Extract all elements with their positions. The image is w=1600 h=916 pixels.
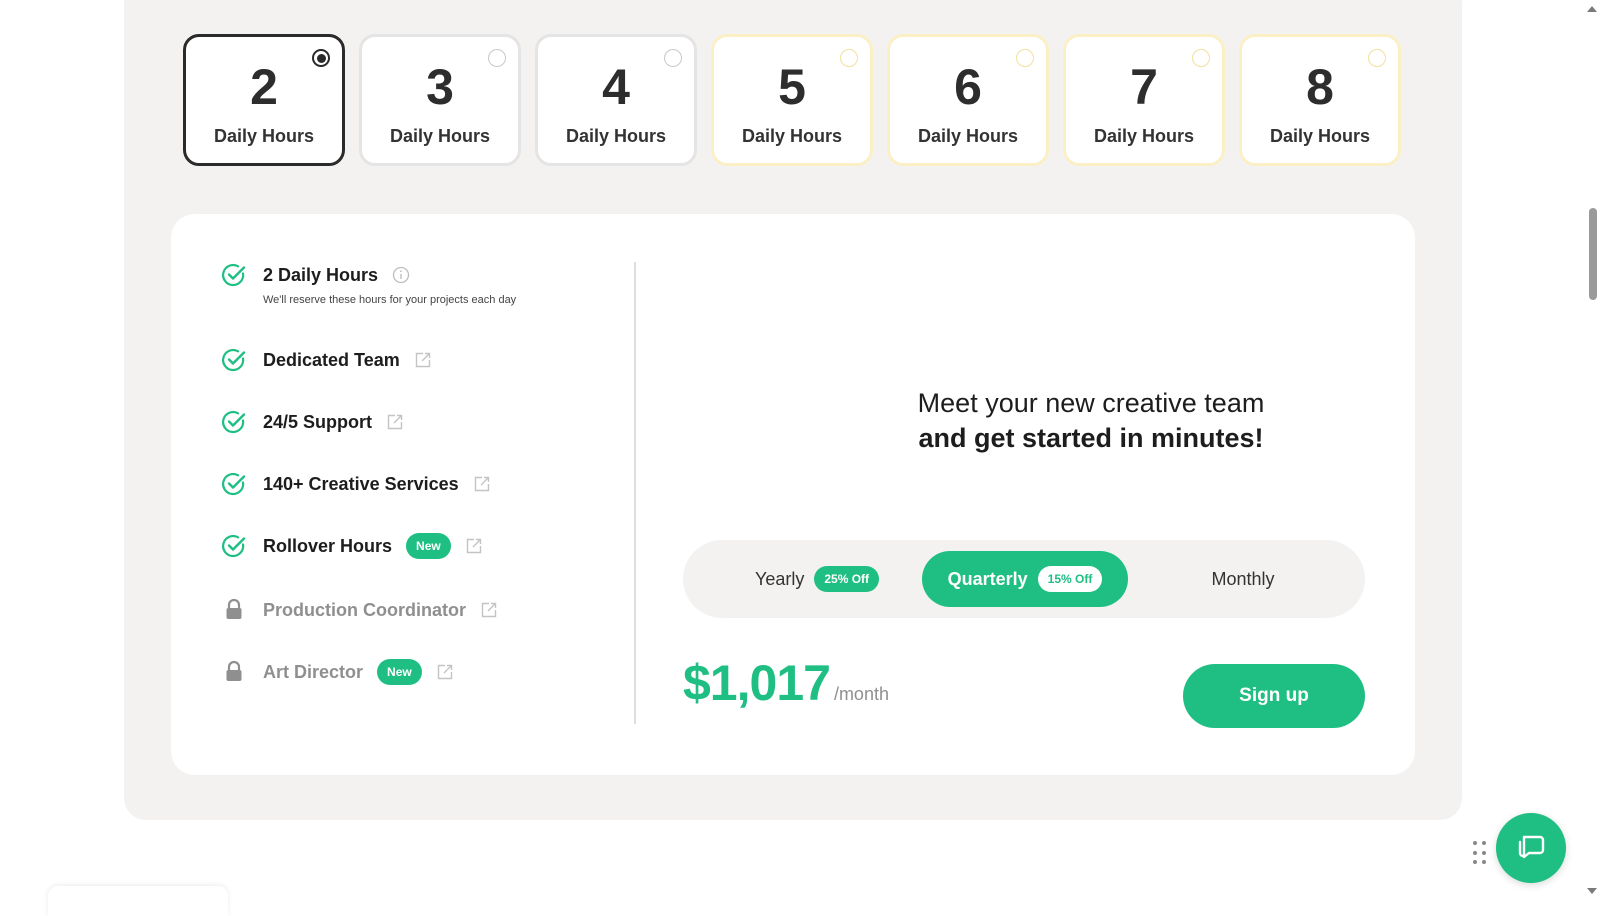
hour-number: 4: [602, 58, 630, 115]
external-link-icon[interactable]: [414, 351, 432, 369]
feature-sublabel: We'll reserve these hours for your proje…: [263, 294, 517, 306]
billing-option-yearly[interactable]: Yearly 25% Off: [717, 551, 917, 607]
sign-up-button[interactable]: Sign up: [1183, 664, 1365, 728]
hour-number: 2: [250, 58, 278, 115]
drag-handle-icon[interactable]: [1473, 841, 1487, 867]
billing-period-toggle: Yearly 25% Off Quarterly 15% Off Monthly: [683, 540, 1365, 618]
lock-icon: [221, 597, 247, 623]
radio-unchecked-icon: [488, 49, 506, 67]
new-badge: New: [406, 533, 451, 559]
feature-item: Production Coordinator: [221, 597, 498, 623]
billing-option-label: Monthly: [1211, 568, 1275, 589]
headline-line-1: Meet your new creative team: [917, 388, 1265, 418]
feature-label: Dedicated Team: [263, 349, 400, 370]
hour-option-7[interactable]: 7 Daily Hours: [1063, 34, 1225, 166]
info-icon[interactable]: [392, 266, 410, 284]
feature-label: 24/5 Support: [263, 411, 373, 432]
feature-item: 24/5 Support: [221, 409, 404, 435]
vertical-divider: [634, 262, 636, 724]
bottom-widget-tab[interactable]: [48, 886, 228, 916]
discount-badge: 25% Off: [814, 566, 880, 592]
new-badge: New: [377, 659, 422, 685]
daily-hours-selector: 2 Daily Hours 3 Daily Hours 4 Daily Hour…: [183, 34, 1401, 166]
check-circle-icon: [221, 533, 247, 559]
hour-number: 6: [954, 58, 982, 115]
feature-label: Production Coordinator: [263, 599, 466, 620]
hour-option-8[interactable]: 8 Daily Hours: [1239, 34, 1401, 166]
hour-label: Daily Hours: [565, 125, 667, 146]
radio-checked-icon: [312, 49, 330, 67]
billing-option-monthly[interactable]: Monthly: [1153, 551, 1333, 607]
lock-icon: [221, 659, 247, 685]
radio-unchecked-icon: [1192, 49, 1210, 67]
discount-badge: 15% Off: [1037, 566, 1103, 592]
feature-item: Rollover Hours New: [221, 533, 483, 559]
billing-option-label: Quarterly: [947, 568, 1028, 589]
hour-option-4[interactable]: 4 Daily Hours: [535, 34, 697, 166]
scrollbar[interactable]: [1584, 0, 1600, 900]
hour-option-3[interactable]: 3 Daily Hours: [359, 34, 521, 166]
radio-unchecked-icon: [1368, 49, 1386, 67]
feature-label: 140+ Creative Services: [263, 473, 459, 494]
billing-option-label: Yearly: [754, 568, 805, 589]
external-link-icon[interactable]: [436, 663, 454, 681]
feature-label: 2 Daily Hours: [263, 264, 379, 285]
check-circle-icon: [221, 471, 247, 497]
external-link-icon[interactable]: [480, 601, 498, 619]
chat-icon: [1513, 828, 1549, 869]
external-link-icon[interactable]: [473, 475, 491, 493]
hour-label: Daily Hours: [1093, 125, 1195, 146]
hour-label: Daily Hours: [917, 125, 1019, 146]
hour-option-5[interactable]: 5 Daily Hours: [711, 34, 873, 166]
hour-option-2[interactable]: 2 Daily Hours: [183, 34, 345, 166]
check-circle-icon: [221, 347, 247, 373]
price-amount: $1,017: [683, 655, 831, 711]
check-circle-icon: [221, 262, 247, 288]
hour-label: Daily Hours: [741, 125, 843, 146]
hour-number: 7: [1130, 58, 1158, 115]
hour-number: 3: [426, 58, 454, 115]
headline: Meet your new creative team and get star…: [771, 388, 1411, 454]
hour-label: Daily Hours: [213, 125, 315, 146]
feature-label: Art Director: [263, 661, 364, 682]
check-circle-icon: [221, 409, 247, 435]
feature-label: Rollover Hours: [263, 535, 393, 556]
scroll-down-arrow-icon[interactable]: [1587, 888, 1597, 894]
scroll-up-arrow-icon[interactable]: [1587, 6, 1597, 12]
radio-unchecked-icon: [1016, 49, 1034, 67]
price-display: $1,017 /month: [683, 654, 889, 712]
radio-unchecked-icon: [840, 49, 858, 67]
feature-item: 140+ Creative Services: [221, 471, 491, 497]
feature-item: Art Director New: [221, 659, 454, 685]
feature-item: Dedicated Team: [221, 347, 432, 373]
external-link-icon[interactable]: [386, 413, 404, 431]
headline-line-2: and get started in minutes!: [918, 423, 1264, 453]
hour-option-6[interactable]: 6 Daily Hours: [887, 34, 1049, 166]
hour-number: 5: [778, 58, 806, 115]
hour-label: Daily Hours: [389, 125, 491, 146]
radio-unchecked-icon: [664, 49, 682, 67]
plan-card: 2 Daily Hours We'll reserve these hours …: [171, 214, 1415, 775]
external-link-icon[interactable]: [465, 537, 483, 555]
price-unit: /month: [833, 684, 889, 704]
feature-item: 2 Daily Hours We'll reserve these hours …: [221, 262, 516, 306]
hour-number: 8: [1306, 58, 1334, 115]
hour-label: Daily Hours: [1269, 125, 1371, 146]
billing-option-quarterly[interactable]: Quarterly 15% Off: [922, 551, 1128, 607]
chat-button[interactable]: [1496, 813, 1566, 883]
scrollbar-thumb[interactable]: [1589, 208, 1597, 300]
